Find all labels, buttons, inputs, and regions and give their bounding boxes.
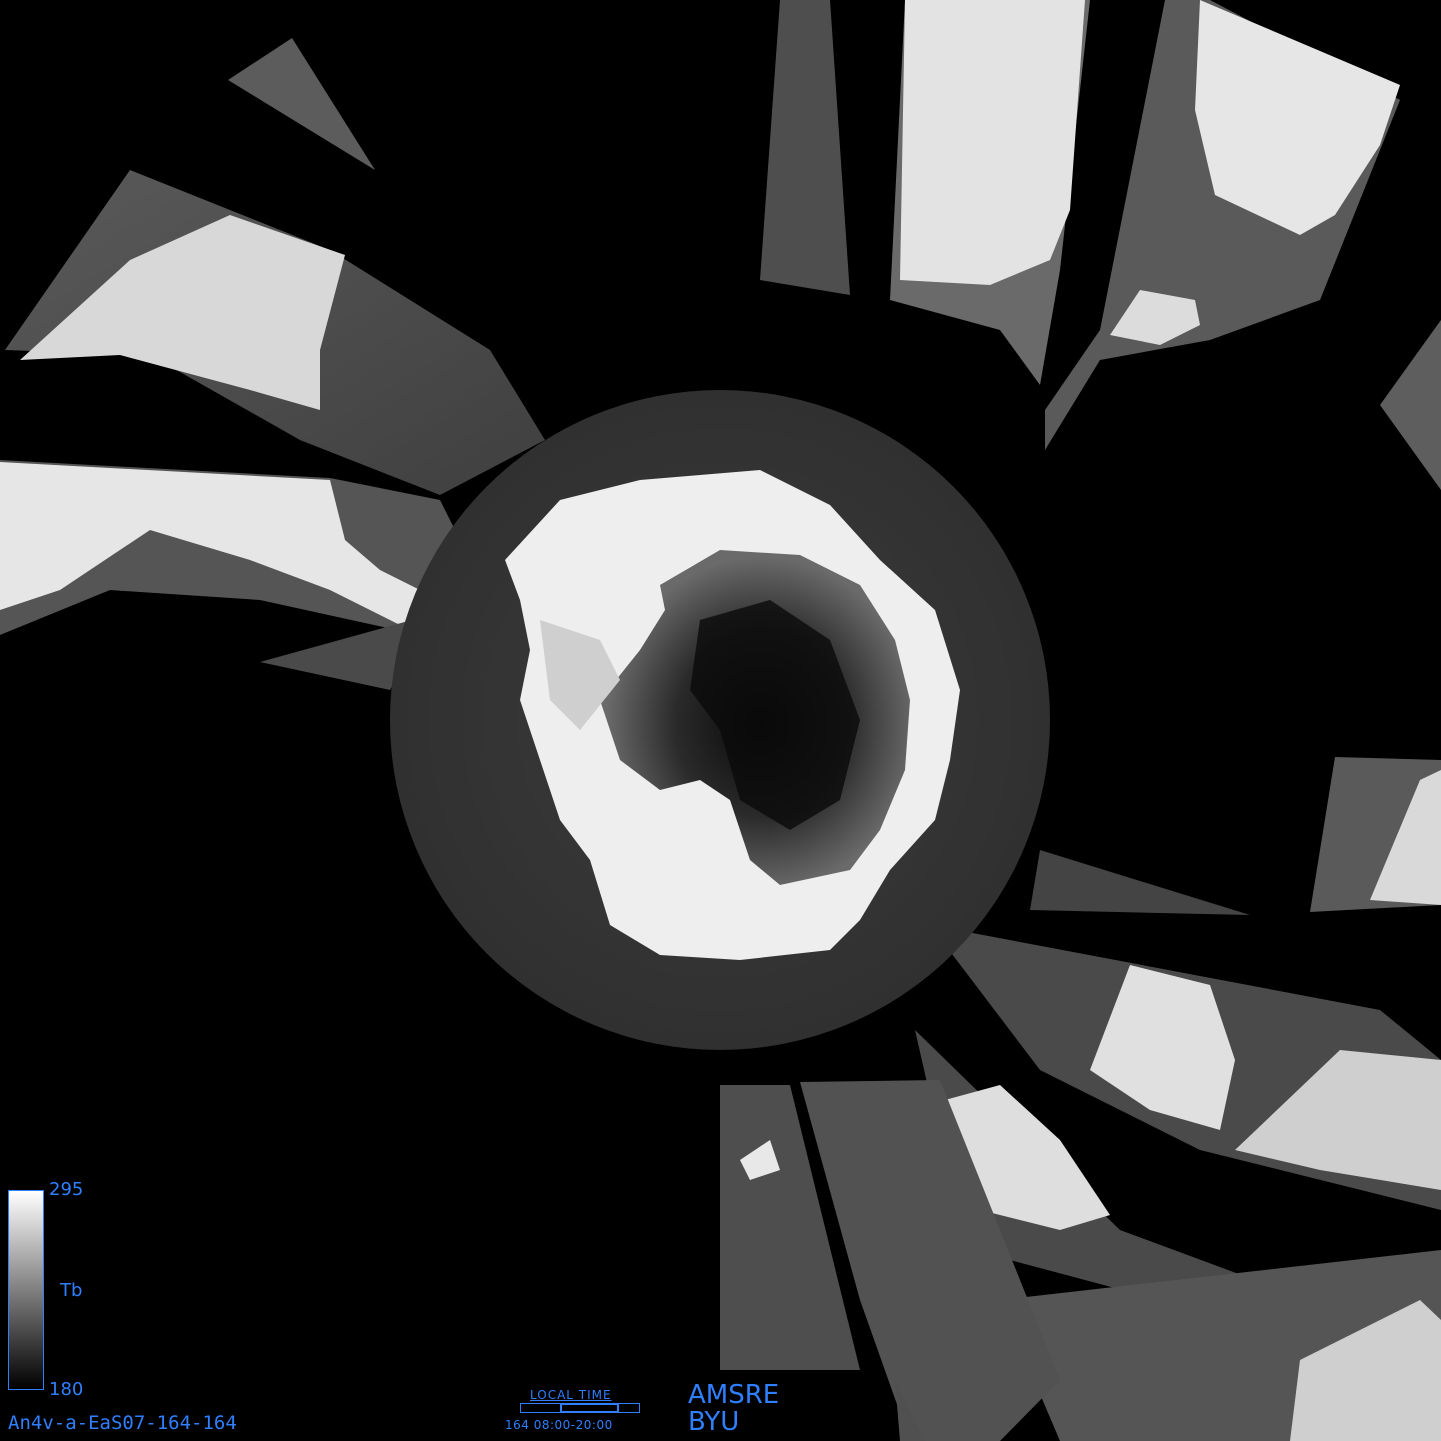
file-identifier: An4v-a-EaS07-164-164 — [8, 1412, 237, 1434]
sensor-label: AMSRE — [688, 1380, 780, 1410]
organization-label: BYU — [688, 1407, 740, 1437]
colorbar-min-label: 180 — [49, 1379, 84, 1400]
swath-fragment — [760, 0, 850, 295]
antarctic-brightness-temperature-map — [0, 0, 1441, 1441]
colorbar-max-label: 295 — [49, 1179, 84, 1200]
colorbar — [8, 1190, 44, 1390]
swath-fragment — [1030, 850, 1250, 915]
land-patch — [1195, 0, 1400, 235]
local-time-title: LOCAL TIME — [530, 1388, 612, 1402]
local-time-window — [560, 1403, 619, 1413]
antarctica-disc — [390, 390, 1050, 1050]
local-time-range: 164 08:00-20:00 — [505, 1418, 613, 1432]
swath-fragment — [228, 38, 375, 170]
local-time-bar — [520, 1403, 640, 1413]
colorbar-variable-label: Tb — [60, 1280, 83, 1301]
swath-fragment — [1380, 320, 1441, 490]
